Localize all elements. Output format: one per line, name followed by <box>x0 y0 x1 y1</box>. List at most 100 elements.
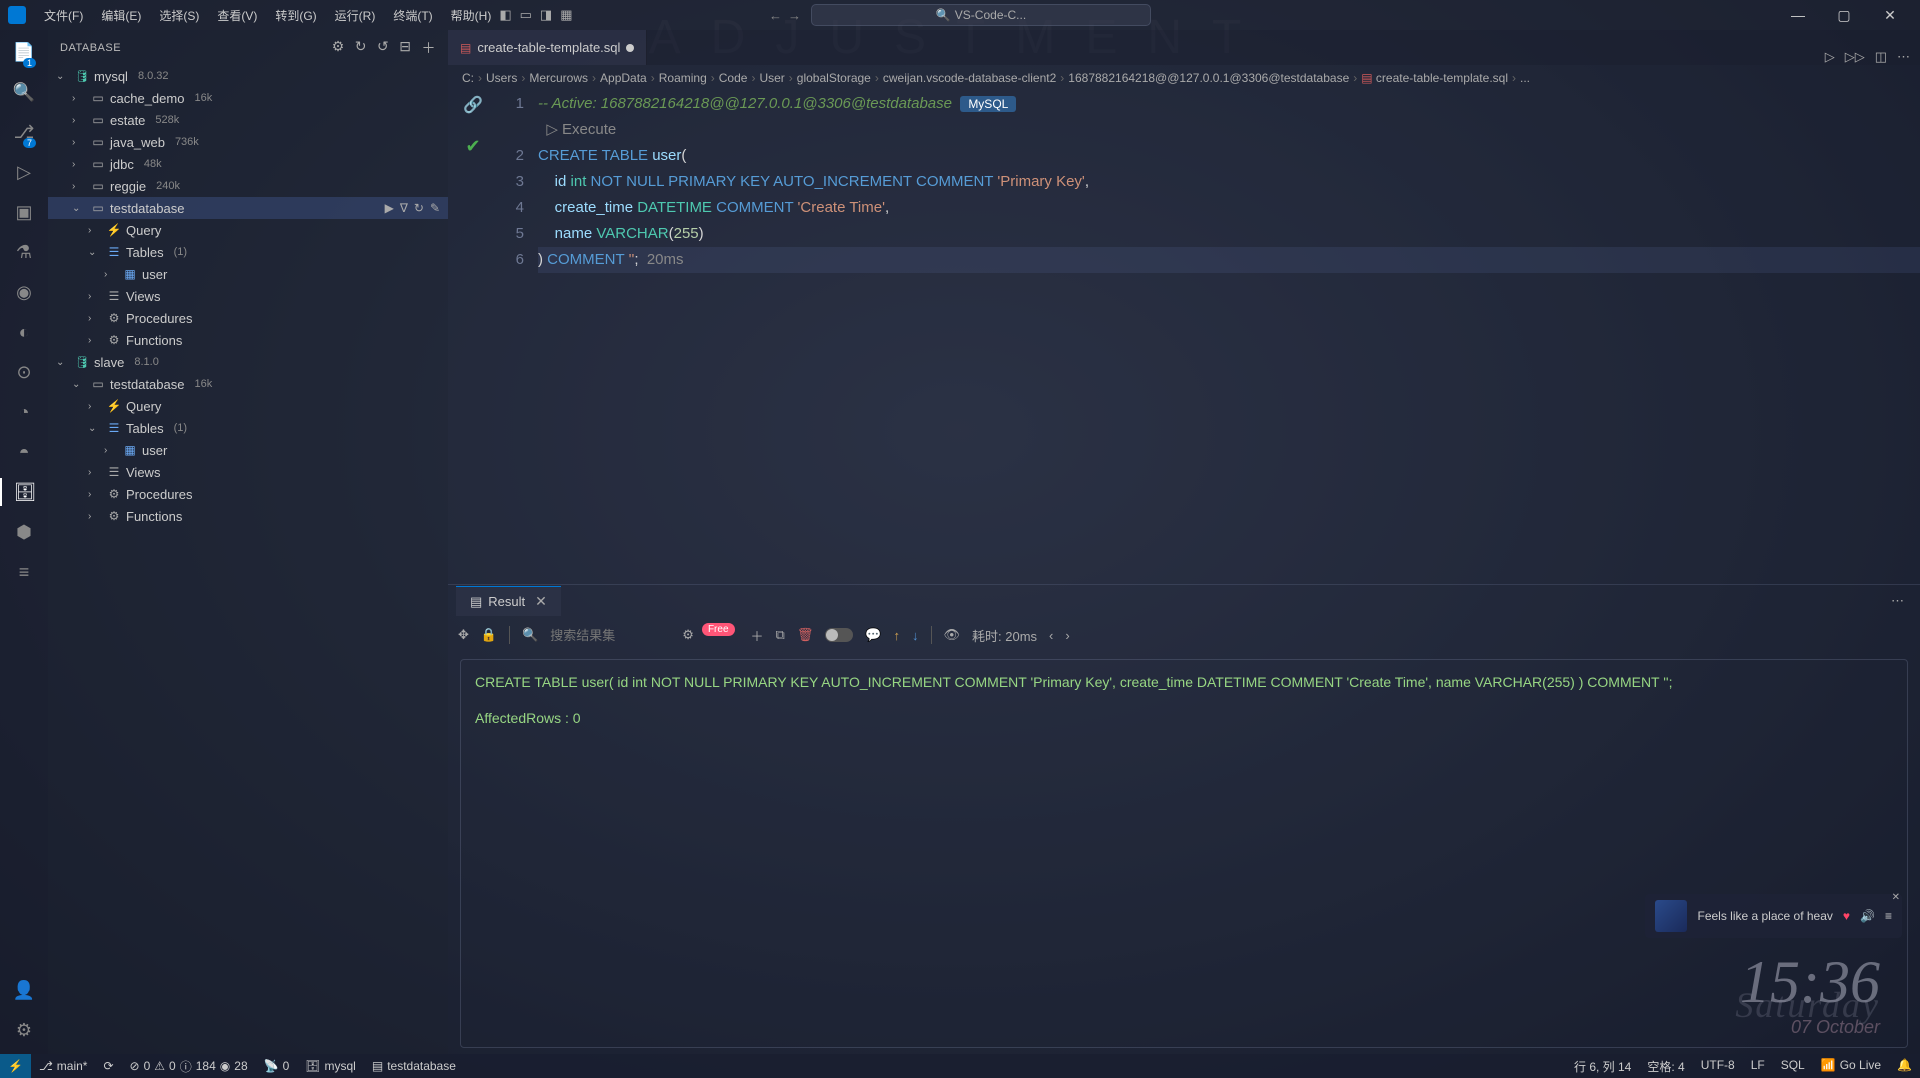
extensions-icon[interactable]: ▣ <box>10 198 38 226</box>
tree-item[interactable]: ⌄☰Tables(1) <box>48 241 448 263</box>
refresh-icon[interactable]: ↻ <box>355 38 367 58</box>
close-icon[interactable]: ✕ <box>535 593 547 610</box>
tree-item[interactable]: ›☰Views <box>48 461 448 483</box>
tree-item[interactable]: ›☰Views <box>48 285 448 307</box>
tree-item[interactable]: ›⚙Functions <box>48 329 448 351</box>
search-activity-icon[interactable]: 🔍 <box>10 78 38 106</box>
gear-icon[interactable]: ⚙ <box>682 627 694 643</box>
testing-icon[interactable]: ⚗ <box>10 238 38 266</box>
settings-icon[interactable]: ⚙ <box>332 38 345 58</box>
eye-icon[interactable]: 👁 <box>944 627 961 643</box>
layout-customize-icon[interactable]: ▦ <box>560 7 572 23</box>
database-activity-icon[interactable]: 🗄 <box>0 478 48 506</box>
editor-tab[interactable]: ▤ create-table-template.sql <box>448 30 647 65</box>
add-icon[interactable]: ＋ <box>751 626 764 645</box>
comment-icon[interactable]: 💬 <box>865 627 881 643</box>
tree-item[interactable]: ›▦user <box>48 439 448 461</box>
git-sync[interactable]: ⟳ <box>95 1054 121 1078</box>
tree-item[interactable]: ⌄▭testdatabase▶∇↻✎ <box>48 197 448 219</box>
breadcrumb-segment[interactable]: C: <box>462 71 474 85</box>
cursor-pos[interactable]: 行 6, 列 14 <box>1566 1058 1639 1075</box>
delete-icon[interactable]: 🗑 <box>797 627 814 643</box>
menu-item[interactable]: 选择(S) <box>151 3 207 28</box>
tree-item[interactable]: ›▭reggie240k <box>48 175 448 197</box>
notifications-icon[interactable]: 🔔 <box>1889 1058 1920 1072</box>
menu-item[interactable]: 终端(T) <box>385 3 440 28</box>
ports[interactable]: 📡 0 <box>256 1054 298 1078</box>
nav-back-icon[interactable]: ← <box>769 8 782 23</box>
result-tab[interactable]: ▤ Result ✕ <box>456 586 561 616</box>
activity-icon-10[interactable]: ◓ <box>10 438 38 466</box>
git-branch[interactable]: ⎇ main* <box>31 1054 96 1078</box>
minimize-button[interactable]: — <box>1776 1 1820 29</box>
terminal-icon[interactable]: ▶ <box>385 201 394 215</box>
tree-item[interactable]: ⌄☰Tables(1) <box>48 417 448 439</box>
remote-button[interactable]: ⚡ <box>0 1054 31 1078</box>
add-connection-icon[interactable]: ＋ <box>422 38 437 58</box>
tree-item[interactable]: ›▭java_web736k <box>48 131 448 153</box>
go-live[interactable]: 📶 Go Live <box>1813 1058 1889 1072</box>
menu-item[interactable]: 帮助(H) <box>443 3 500 28</box>
close-window-button[interactable]: ✕ <box>1868 1 1912 29</box>
new-icon[interactable]: ✎ <box>430 201 440 215</box>
move-icon[interactable]: ✥ <box>458 627 469 643</box>
lock-icon[interactable]: 🔒 <box>481 627 497 643</box>
history-icon[interactable]: ↺ <box>377 38 389 58</box>
breadcrumb-segment[interactable]: User <box>759 71 784 85</box>
breadcrumb-segment[interactable]: cweijan.vscode-database-client2 <box>883 71 1056 85</box>
tree-item[interactable]: ⌄▭testdatabase16k <box>48 373 448 395</box>
activity-icon-13[interactable]: ≡ <box>10 558 38 586</box>
layout-sidebar-left-icon[interactable]: ◧ <box>499 7 511 23</box>
activity-icon-12[interactable]: ⬢ <box>10 518 38 546</box>
tree-item[interactable]: ⌄🛢mysql8.0.32 <box>48 65 448 87</box>
run-debug-icon[interactable]: ▷ <box>10 158 38 186</box>
nav-forward-icon[interactable]: → <box>788 8 801 23</box>
run-all-icon[interactable]: ▷▷ <box>1845 49 1865 65</box>
split-editor-icon[interactable]: ◫ <box>1875 49 1887 65</box>
menu-item[interactable]: 查看(V) <box>209 3 265 28</box>
close-icon[interactable]: ✕ <box>1892 892 1900 903</box>
tree-item[interactable]: ›⚙Procedures <box>48 483 448 505</box>
maximize-button[interactable]: ▢ <box>1822 1 1866 29</box>
command-center[interactable]: 🔍 VS-Code-C... <box>811 4 1151 26</box>
activity-icon-8[interactable]: ⊙ <box>10 358 38 386</box>
breadcrumb-segment[interactable]: globalStorage <box>797 71 871 85</box>
panel-more-icon[interactable]: ⋯ <box>1891 593 1912 609</box>
remote-icon[interactable]: ◉ <box>10 278 38 306</box>
filter-icon[interactable]: ∇ <box>400 201 408 215</box>
menu-item[interactable]: 转到(G) <box>267 3 324 28</box>
status-db[interactable]: 🗄 mysql <box>297 1054 364 1078</box>
menu-item[interactable]: 文件(F) <box>36 3 91 28</box>
activity-icon-9[interactable]: ◔ <box>10 398 38 426</box>
collapse-icon[interactable]: ⊟ <box>399 38 411 58</box>
breadcrumb-segment[interactable]: Mercurows <box>529 71 588 85</box>
more-actions-icon[interactable]: ⋯ <box>1897 49 1910 65</box>
up-arrow-icon[interactable]: ↑ <box>894 628 901 643</box>
tree-item[interactable]: ⌄🛢slave8.1.0 <box>48 351 448 373</box>
refresh-icon[interactable]: ↻ <box>414 201 424 215</box>
activity-icon-7[interactable]: ◐ <box>10 318 38 346</box>
status-schema[interactable]: ▤ testdatabase <box>364 1054 464 1078</box>
scm-icon[interactable]: ⎇7 <box>10 118 38 146</box>
layout-sidebar-right-icon[interactable]: ◨ <box>540 7 552 23</box>
breadcrumb-segment[interactable]: Roaming <box>659 71 707 85</box>
connection-link-icon[interactable]: 🔗 <box>463 93 483 119</box>
tree-item[interactable]: ›⚙Procedures <box>48 307 448 329</box>
down-arrow-icon[interactable]: ↓ <box>912 628 919 643</box>
encoding[interactable]: UTF-8 <box>1693 1058 1743 1072</box>
layout-panel-icon[interactable]: ▭ <box>520 7 532 23</box>
explorer-icon[interactable]: 📄1 <box>10 38 38 66</box>
tree-item[interactable]: ›⚡Query <box>48 219 448 241</box>
tree-item[interactable]: ›▭cache_demo16k <box>48 87 448 109</box>
breadcrumb[interactable]: C: › Users › Mercurows › AppData › Roami… <box>448 65 1920 91</box>
tree-item[interactable]: ›▦user <box>48 263 448 285</box>
next-icon[interactable]: › <box>1065 628 1069 643</box>
account-icon[interactable]: 👤 <box>10 976 38 1004</box>
prev-icon[interactable]: ‹ <box>1049 628 1053 643</box>
playlist-icon[interactable]: ≡ <box>1885 909 1892 923</box>
copy-icon[interactable]: ⧉ <box>776 627 785 643</box>
breadcrumb-segment[interactable]: 1687882164218@@127.0.0.1@3306@testdataba… <box>1068 71 1349 85</box>
breadcrumb-segment[interactable]: Code <box>719 71 748 85</box>
eol[interactable]: LF <box>1743 1058 1773 1072</box>
heart-icon[interactable]: ♥ <box>1843 909 1850 923</box>
